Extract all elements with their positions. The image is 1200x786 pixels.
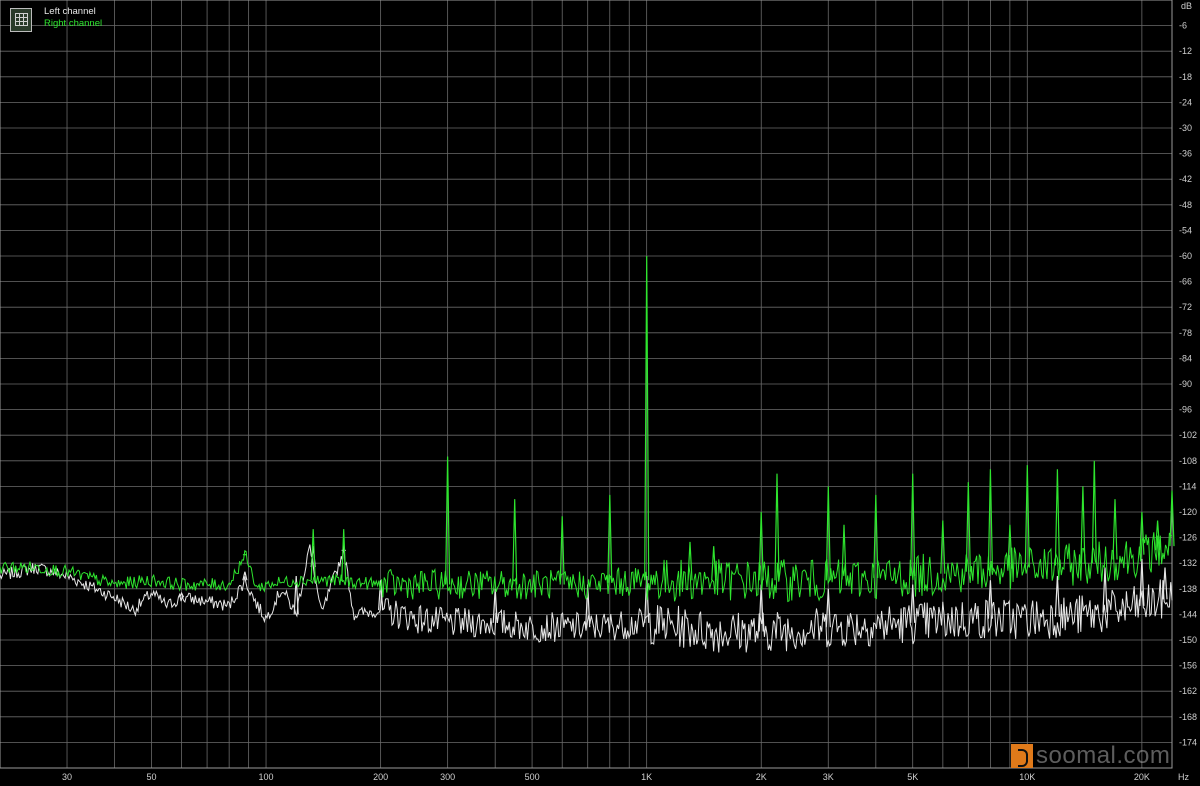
y-tick-label: -126: [1179, 533, 1197, 543]
y-tick-label: -30: [1179, 123, 1192, 133]
y-tick-label: -78: [1179, 328, 1192, 338]
x-tick-label: 30: [62, 772, 72, 782]
y-tick-label: -84: [1179, 353, 1192, 363]
y-tick-label: -36: [1179, 149, 1192, 159]
x-tick-label: 50: [146, 772, 156, 782]
y-tick-label: -42: [1179, 174, 1192, 184]
y-tick-label: -138: [1179, 584, 1197, 594]
y-tick-label: -162: [1179, 686, 1197, 696]
y-tick-label: -96: [1179, 405, 1192, 415]
watermark-text: soomal.com: [1036, 742, 1171, 769]
x-tick-label: 500: [525, 772, 540, 782]
x-unit-label: Hz: [1178, 772, 1189, 782]
y-tick-label: -120: [1179, 507, 1197, 517]
y-tick-label: -12: [1179, 46, 1192, 56]
y-tick-label: -108: [1179, 456, 1197, 466]
y-tick-label: -174: [1179, 737, 1197, 747]
soomal-logo-icon: [1011, 744, 1033, 768]
y-tick-label: -102: [1179, 430, 1197, 440]
y-tick-label: -114: [1179, 481, 1196, 491]
legend-right-channel: Right channel: [44, 18, 103, 29]
y-tick-label: -168: [1179, 712, 1197, 722]
y-tick-label: -6: [1179, 21, 1187, 31]
x-tick-label: 5K: [907, 772, 918, 782]
y-tick-label: -54: [1179, 225, 1192, 235]
x-tick-label: 2K: [756, 772, 767, 782]
spectrum-chart: -6 -12 -18 -24 -30 -36 -42 -48 -54 -60 -66 -72 -78 -8…: [0, 0, 1200, 786]
y-tick-label: -72: [1179, 302, 1192, 312]
x-tick-label: 10K: [1019, 772, 1035, 782]
y-tick-label: -90: [1179, 379, 1192, 389]
y-tick-label: -150: [1179, 635, 1197, 645]
x-tick-label: 20K: [1134, 772, 1150, 782]
y-tick-label: -144: [1179, 609, 1197, 619]
grid-icon: [10, 8, 32, 32]
x-tick-label: 300: [440, 772, 455, 782]
x-tick-label: 200: [373, 772, 388, 782]
y-tick-label: -132: [1179, 558, 1197, 568]
legend-left-channel: Left channel: [44, 6, 96, 17]
y-tick-label: -60: [1179, 251, 1192, 261]
x-tick-label: 100: [259, 772, 274, 782]
y-tick-label: -24: [1179, 97, 1192, 107]
y-tick-label: -18: [1179, 72, 1192, 82]
y-tick-label: -66: [1179, 277, 1192, 287]
y-unit-label: dB: [1181, 1, 1192, 11]
y-tick-label: -156: [1179, 661, 1197, 671]
x-tick-label: 1K: [641, 772, 652, 782]
watermark: soomal.com: [1011, 742, 1170, 770]
y-tick-label: -48: [1179, 200, 1192, 210]
x-tick-label: 3K: [823, 772, 834, 782]
